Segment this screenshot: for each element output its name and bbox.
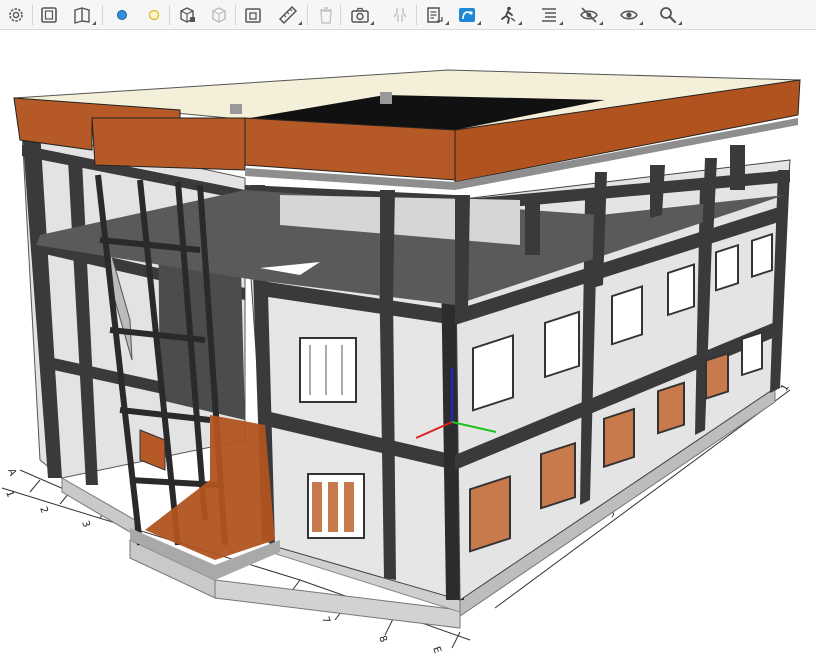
axis-label-2: 2 bbox=[37, 505, 50, 515]
dropdown-arrow-icon bbox=[298, 21, 302, 25]
dropdown-arrow-icon bbox=[518, 21, 522, 25]
blue-marker-button[interactable] bbox=[108, 2, 136, 28]
axis-label-3: 3 bbox=[79, 519, 92, 529]
frame-icon bbox=[41, 7, 57, 23]
measure-button[interactable] bbox=[274, 2, 302, 28]
separator bbox=[416, 5, 417, 25]
window bbox=[472, 333, 514, 412]
window bbox=[751, 232, 773, 278]
window bbox=[540, 441, 576, 510]
select-cube-icon bbox=[180, 7, 195, 23]
explode-button[interactable] bbox=[386, 2, 414, 28]
select-objects-button[interactable] bbox=[173, 2, 201, 28]
dropdown-arrow-icon bbox=[477, 21, 481, 25]
ifc-icon bbox=[459, 8, 475, 22]
window bbox=[299, 337, 357, 403]
isolate-button[interactable] bbox=[239, 2, 267, 28]
settings-button[interactable] bbox=[2, 2, 30, 28]
yellow-circle-icon bbox=[148, 9, 160, 21]
viewer-toolbar bbox=[0, 0, 816, 30]
dropdown-arrow-icon bbox=[678, 21, 682, 25]
list-button[interactable] bbox=[535, 2, 563, 28]
eye-icon bbox=[620, 10, 638, 20]
axis-label-e: E bbox=[430, 645, 443, 655]
separator bbox=[102, 5, 103, 25]
axis-label-1b: 1 bbox=[779, 382, 792, 393]
window bbox=[469, 474, 511, 553]
separator bbox=[340, 5, 341, 25]
window bbox=[657, 381, 685, 435]
hide-cube-icon bbox=[212, 7, 226, 23]
explode-icon bbox=[393, 8, 407, 22]
camera-icon bbox=[351, 7, 369, 23]
magnifier-icon bbox=[660, 7, 677, 24]
yellow-marker-button[interactable] bbox=[140, 2, 168, 28]
axis-label-1: 1 bbox=[3, 489, 16, 499]
visibility-button[interactable] bbox=[615, 2, 643, 28]
dropdown-arrow-icon bbox=[92, 21, 96, 25]
camera-button[interactable] bbox=[346, 2, 374, 28]
window bbox=[611, 285, 643, 346]
dropdown-arrow-icon bbox=[559, 21, 563, 25]
separator bbox=[32, 5, 33, 25]
separator bbox=[169, 5, 170, 25]
separator bbox=[307, 5, 308, 25]
building-model[interactable]: A 1 2 3 6 7 8 E 5 1 bbox=[0, 31, 816, 662]
sections-button[interactable] bbox=[68, 2, 96, 28]
dropdown-arrow-icon bbox=[370, 21, 374, 25]
3d-viewport[interactable]: A 1 2 3 6 7 8 E 5 1 bbox=[0, 31, 816, 662]
properties-button[interactable] bbox=[421, 2, 449, 28]
section-plane-icon bbox=[74, 7, 90, 24]
ruler-icon bbox=[278, 5, 298, 25]
delete-button[interactable] bbox=[312, 2, 340, 28]
list-icon bbox=[542, 8, 556, 22]
window bbox=[705, 352, 729, 400]
axis-label-a: A bbox=[5, 467, 18, 477]
isolate-box-icon bbox=[245, 8, 261, 23]
axis-label-7: 7 bbox=[319, 615, 332, 625]
visibility-off-button[interactable] bbox=[575, 2, 603, 28]
dropdown-arrow-icon bbox=[599, 21, 603, 25]
walk-icon bbox=[501, 6, 516, 24]
eye-slash-icon bbox=[580, 7, 598, 23]
search-button[interactable] bbox=[654, 2, 682, 28]
hide-objects-button[interactable] bbox=[205, 2, 233, 28]
window bbox=[715, 243, 739, 292]
window bbox=[544, 310, 580, 379]
properties-icon bbox=[427, 7, 443, 23]
separator bbox=[235, 5, 236, 25]
dropdown-arrow-icon bbox=[639, 21, 643, 25]
fit-view-button[interactable] bbox=[35, 2, 63, 28]
walk-button[interactable] bbox=[494, 2, 522, 28]
trash-icon bbox=[320, 7, 332, 24]
dropdown-arrow-icon bbox=[445, 21, 449, 25]
ifc-button[interactable] bbox=[453, 2, 481, 28]
window bbox=[667, 263, 695, 317]
window bbox=[603, 407, 635, 469]
gear-icon bbox=[9, 8, 23, 22]
axis-label-8: 8 bbox=[376, 634, 389, 644]
blue-circle-icon bbox=[117, 10, 127, 20]
window bbox=[741, 331, 763, 377]
